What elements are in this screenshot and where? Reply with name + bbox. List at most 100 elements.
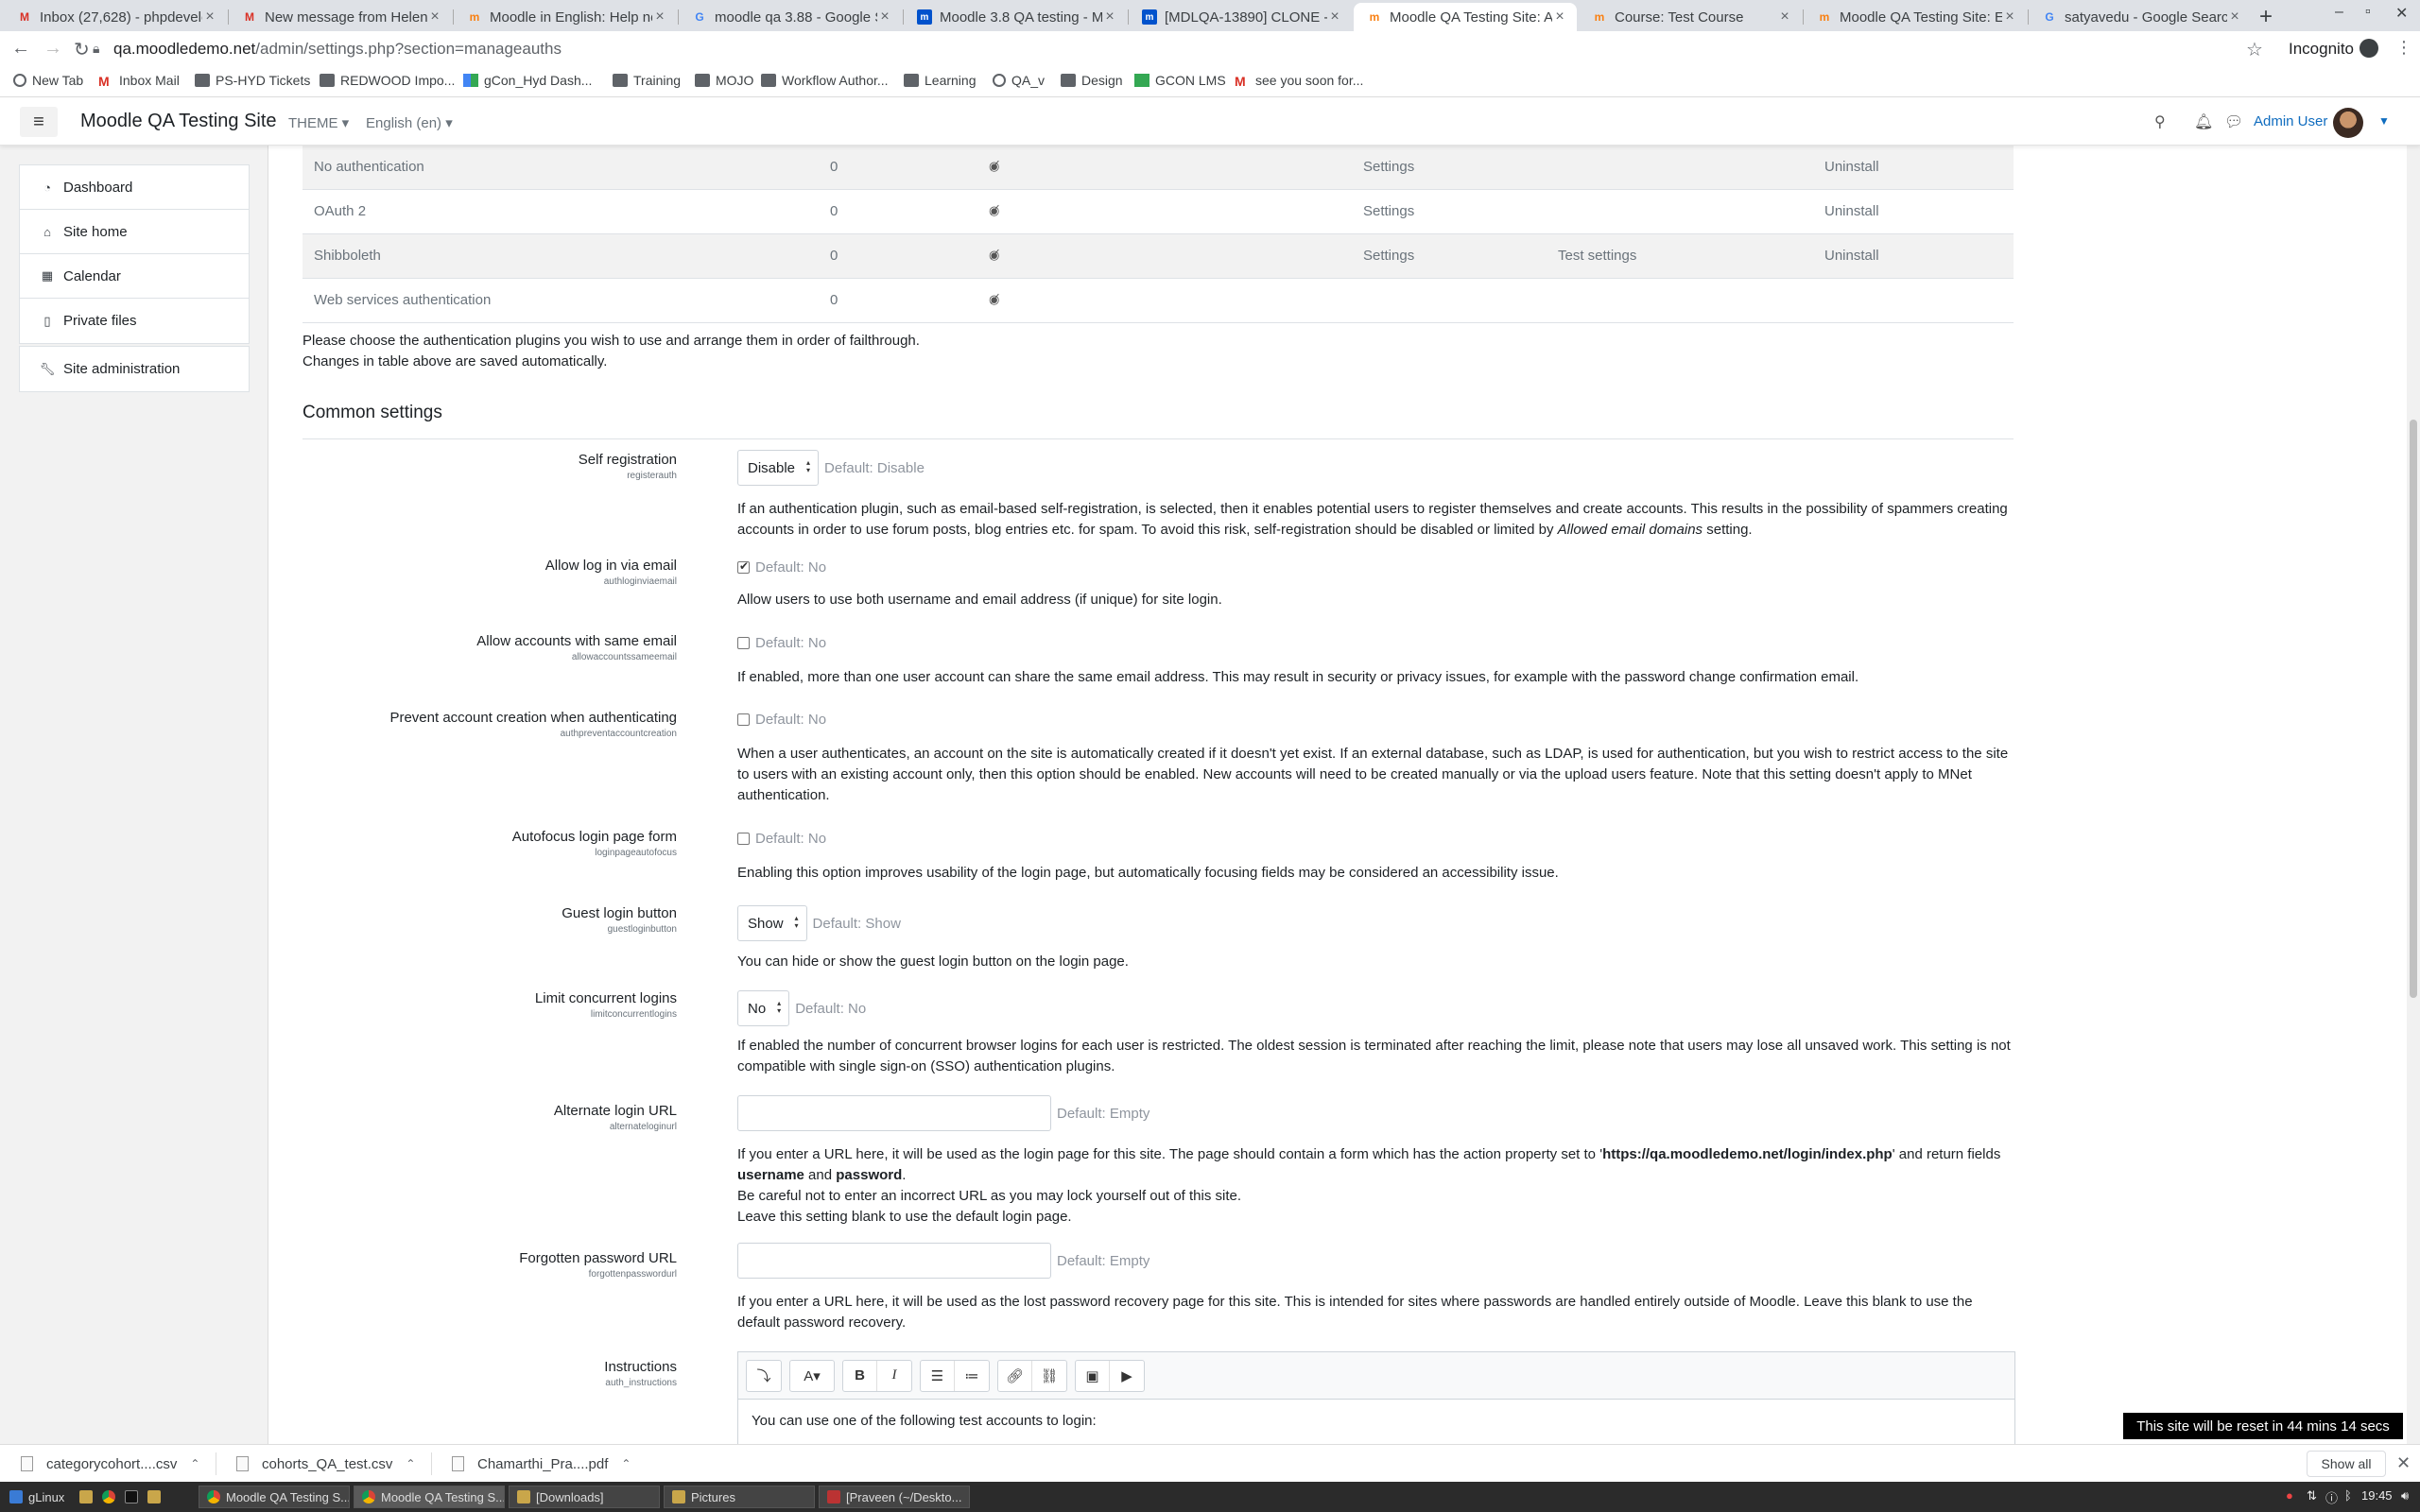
browser-tab[interactable]: Gmoodle qa 3.88 - Google Sea× — [679, 3, 902, 31]
settings-link[interactable]: Settings — [1363, 248, 1414, 264]
test-settings-link[interactable]: Test settings — [1558, 248, 1636, 264]
browser-tab[interactable]: m[MDLQA-13890] CLONE - A s× — [1129, 3, 1352, 31]
bookmark-item[interactable]: M Inbox Mail — [98, 73, 180, 89]
bold-icon[interactable]: B — [843, 1360, 877, 1391]
chevron-up-icon[interactable]: ⌃ — [406, 1457, 415, 1470]
concurrent-logins-select[interactable]: No — [737, 990, 790, 1026]
unordered-list-icon[interactable]: ☰ — [921, 1360, 955, 1391]
uninstall-link[interactable]: Uninstall — [1824, 248, 1879, 264]
bookmark-item[interactable]: Learning — [904, 73, 977, 88]
nav-calendar[interactable]: ▦ Calendar — [20, 254, 249, 299]
taskbar-window[interactable]: Moodle QA Testing S... — [199, 1486, 350, 1508]
url-field[interactable]: qa.moodledemo.net/admin/settings.php?sec… — [113, 40, 562, 59]
avatar[interactable] — [2333, 108, 2363, 138]
scrollbar-thumb[interactable] — [2410, 420, 2417, 998]
download-item[interactable]: Chamarthi_Pra....pdf ⌃ — [452, 1445, 631, 1483]
show-all-downloads-button[interactable]: Show all — [2307, 1451, 2386, 1477]
taskbar-window[interactable]: [Praveen (~/Deskto... — [819, 1486, 970, 1508]
bookmark-item[interactable]: Workflow Author... — [761, 73, 889, 88]
tray-app-icon[interactable]: ● — [2286, 1488, 2293, 1503]
media-icon[interactable]: ▶ — [1110, 1361, 1144, 1391]
browser-tab[interactable]: m Moodle in English: Help nee × — [454, 3, 677, 31]
browser-tab[interactable]: M Inbox (27,628) - phpdevelop × — [4, 3, 227, 31]
alternate-login-url-input[interactable] — [737, 1095, 1051, 1131]
new-tab-button[interactable]: + — [2259, 4, 2273, 30]
link-icon[interactable]: 🔗︎ — [998, 1360, 1032, 1391]
close-tab-icon[interactable]: × — [2002, 9, 2017, 26]
bookmark-item[interactable]: gCon_Hyd Dash... — [463, 73, 592, 88]
eye-slash-icon[interactable]: ◉̸ — [989, 248, 999, 263]
uninstall-link[interactable]: Uninstall — [1824, 159, 1879, 175]
close-tab-icon[interactable]: × — [652, 9, 667, 26]
bookmark-item[interactable]: GCON LMS — [1134, 73, 1226, 88]
caret-down-icon[interactable]: ▼ — [2378, 114, 2390, 128]
taskbar-window[interactable]: Pictures — [664, 1486, 815, 1508]
nav-site-home[interactable]: ⌂ Site home — [20, 210, 249, 254]
bookmark-item[interactable]: Training — [613, 73, 681, 88]
close-tab-icon[interactable]: × — [202, 9, 217, 26]
close-window-icon[interactable]: ✕ — [2395, 4, 2408, 23]
close-tab-icon[interactable]: × — [1552, 9, 1567, 26]
forward-icon[interactable]: → — [43, 38, 62, 60]
bookmark-item[interactable]: PS-HYD Tickets — [195, 73, 310, 88]
incognito-icon[interactable] — [2360, 39, 2378, 58]
bookmark-star-icon[interactable]: ☆ — [2246, 38, 2263, 61]
image-icon[interactable]: ▣ — [1076, 1360, 1110, 1391]
forgotten-password-url-input[interactable] — [737, 1243, 1051, 1279]
info-icon[interactable]: ⓘ — [2325, 1488, 2338, 1506]
login-via-email-checkbox[interactable] — [737, 559, 750, 574]
nav-site-administration[interactable]: 🔧︎ Site administration — [20, 347, 249, 391]
self-registration-select[interactable]: Disable — [737, 450, 820, 486]
same-email-checkbox[interactable] — [737, 637, 750, 649]
bookmark-item[interactable]: New Tab — [13, 73, 83, 88]
prevent-creation-checkbox[interactable] — [737, 713, 750, 726]
site-name-link[interactable]: Moodle QA Testing Site — [80, 111, 277, 132]
close-tab-icon[interactable]: × — [1327, 9, 1342, 26]
browser-tab-active[interactable]: mMoodle QA Testing Site: Adm× — [1354, 3, 1577, 31]
back-icon[interactable]: ← — [11, 38, 30, 60]
download-item[interactable]: categorycohort....csv ⌃ — [21, 1445, 199, 1483]
italic-icon[interactable]: I — [877, 1361, 911, 1391]
volume-icon[interactable]: 🔊︎ — [2401, 1488, 2409, 1503]
minimize-icon[interactable]: – — [2335, 4, 2343, 21]
editor-content[interactable]: You can use one of the following test ac… — [738, 1400, 2014, 1444]
paragraph-style-icon[interactable]: A▾ — [790, 1361, 834, 1391]
eye-slash-icon[interactable]: ◉̸ — [989, 292, 999, 307]
theme-menu[interactable]: THEME ▾ — [288, 114, 349, 131]
start-menu-button[interactable]: gLinux — [2, 1486, 72, 1508]
close-tab-icon[interactable]: × — [877, 9, 892, 26]
bell-icon[interactable]: 🔔︎ — [2194, 112, 2213, 131]
close-tab-icon[interactable]: × — [1777, 9, 1792, 26]
uninstall-link[interactable]: Uninstall — [1824, 203, 1879, 219]
browser-tab[interactable]: Gsatyavedu - Google Search × — [2029, 3, 2252, 31]
bookmark-item[interactable]: Msee you soon for... — [1235, 73, 1363, 89]
menu-toggle-button[interactable]: ≡ — [20, 107, 58, 137]
browser-tab[interactable]: MNew message from Helen Fo× — [229, 3, 452, 31]
reload-icon[interactable]: ↻ — [74, 38, 90, 61]
page-scrollbar[interactable] — [2407, 146, 2420, 1444]
bookmark-item[interactable]: QA_v — [993, 73, 1045, 88]
user-menu[interactable]: Admin User — [2254, 113, 2327, 129]
bookmark-item[interactable]: MOJO — [695, 73, 753, 88]
language-menu[interactable]: English (en) ▾ — [366, 114, 453, 131]
close-tab-icon[interactable]: × — [1102, 9, 1117, 26]
browser-tab[interactable]: m Moodle 3.8 QA testing - Moo × — [904, 3, 1127, 31]
launcher-folder[interactable] — [140, 1486, 174, 1508]
download-item[interactable]: cohorts_QA_test.csv ⌃ — [236, 1445, 415, 1483]
unlink-icon[interactable]: ⛓︎ — [1032, 1361, 1066, 1391]
browser-tab[interactable]: m Course: Test Course × — [1579, 3, 1802, 31]
maximize-icon[interactable]: ▫ — [2365, 4, 2371, 21]
close-icon[interactable]: ✕ — [2396, 1453, 2411, 1473]
settings-link[interactable]: Settings — [1363, 203, 1414, 219]
close-tab-icon[interactable]: × — [427, 9, 442, 26]
chevron-up-icon[interactable]: ⌃ — [190, 1457, 199, 1470]
guest-login-select[interactable]: Show — [737, 905, 807, 941]
settings-link[interactable]: Settings — [1363, 159, 1414, 175]
bluetooth-icon[interactable]: ᛒ — [2344, 1488, 2352, 1503]
messages-icon[interactable]: 💬︎ — [2224, 112, 2243, 131]
taskbar-window-active[interactable]: Moodle QA Testing S... — [354, 1486, 505, 1508]
ordered-list-icon[interactable]: ≔ — [955, 1361, 989, 1391]
eye-slash-icon[interactable]: ◉̸ — [989, 159, 999, 174]
network-icon[interactable]: ⇅ — [2307, 1488, 2317, 1503]
bookmark-item[interactable]: Design — [1061, 73, 1123, 88]
